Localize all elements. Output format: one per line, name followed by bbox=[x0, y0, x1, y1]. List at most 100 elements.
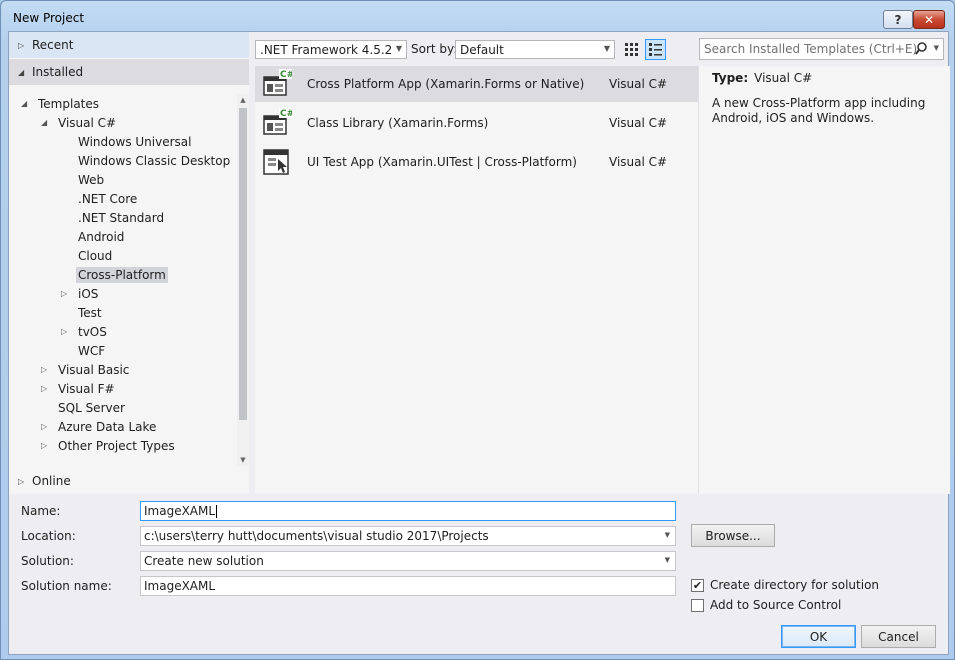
tree-item[interactable]: .NET Standard bbox=[61, 208, 166, 227]
close-button[interactable]: ✕ bbox=[913, 10, 945, 29]
expand-arrow-icon[interactable]: ▷ bbox=[41, 384, 51, 393]
search-templates-input[interactable]: Search Installed Templates (Ctrl+E) ▼ bbox=[699, 38, 944, 60]
tree-item[interactable]: ◢ Templates bbox=[21, 94, 101, 113]
tree-item[interactable]: ▷ Visual F# bbox=[41, 379, 117, 398]
solution-dropdown[interactable]: Create new solution ▼ bbox=[140, 551, 676, 571]
tree-item-label: Windows Universal bbox=[78, 134, 192, 149]
tree-item[interactable]: Android bbox=[61, 227, 126, 246]
tree-item-label: Visual C# bbox=[58, 115, 117, 130]
details-type-value: Visual C# bbox=[754, 71, 813, 85]
tree-scrollbar[interactable]: ▲ ▼ bbox=[237, 94, 249, 466]
expand-arrow-icon[interactable]: ▷ bbox=[61, 327, 71, 336]
sort-by-dropdown[interactable]: Default ▼ bbox=[455, 40, 615, 59]
new-project-dialog: New Project ? ✕ ▷ Recent ◢ Installed ◢ Te… bbox=[0, 0, 955, 660]
tree-item[interactable]: ▷ iOS bbox=[61, 284, 100, 303]
sort-by-label: Sort by: bbox=[411, 42, 458, 56]
chevron-down-icon: ▼ bbox=[664, 531, 670, 539]
solution-name-input[interactable]: ImageXAML bbox=[140, 576, 676, 596]
tree-item[interactable]: ▷ Other Project Types bbox=[41, 436, 177, 455]
ui-test-app-icon bbox=[262, 147, 292, 177]
solution-label: Solution: bbox=[21, 554, 74, 568]
template-language: Visual C# bbox=[609, 155, 668, 169]
tree-item-label: .NET Standard bbox=[78, 210, 165, 225]
collapse-arrow-icon[interactable]: ◢ bbox=[21, 99, 31, 108]
location-dropdown[interactable]: c:\users\terry hutt\documents\visual stu… bbox=[140, 526, 676, 546]
nav-installed[interactable]: ◢ Installed bbox=[9, 59, 249, 85]
tree-item[interactable]: SQL Server bbox=[41, 398, 127, 417]
tree-item[interactable]: Cross-Platform bbox=[61, 265, 168, 284]
collapse-arrow-icon[interactable]: ◢ bbox=[41, 118, 51, 127]
search-placeholder: Search Installed Templates (Ctrl+E) bbox=[704, 42, 918, 56]
chevron-down-icon: ▼ bbox=[664, 556, 670, 564]
tree-item-label: Templates bbox=[38, 96, 100, 111]
expand-arrow-icon: ▷ bbox=[18, 40, 25, 50]
framework-dropdown[interactable]: .NET Framework 4.5.2 ▼ bbox=[255, 40, 407, 59]
tree-item-label: Cross-Platform bbox=[76, 266, 168, 283]
scroll-up-icon[interactable]: ▲ bbox=[237, 94, 249, 106]
tree-item[interactable]: Web bbox=[61, 170, 106, 189]
template-row[interactable]: UI Test App (Xamarin.UITest | Cross-Plat… bbox=[255, 144, 698, 180]
expand-arrow-icon: ▷ bbox=[18, 476, 25, 486]
svg-text:C#: C# bbox=[280, 70, 292, 80]
tree-item-label: Cloud bbox=[78, 248, 113, 263]
expand-arrow-icon[interactable]: ▷ bbox=[61, 289, 71, 298]
tree-item-label: WCF bbox=[78, 343, 106, 358]
scroll-thumb[interactable] bbox=[239, 108, 247, 420]
cross-platform-app-icon: C# bbox=[262, 69, 294, 99]
template-language: Visual C# bbox=[609, 116, 668, 130]
cancel-button[interactable]: Cancel bbox=[861, 625, 936, 648]
tree-item[interactable]: .NET Core bbox=[61, 189, 139, 208]
small-icons-view-button[interactable] bbox=[621, 39, 642, 60]
tree-item[interactable]: WCF bbox=[61, 341, 107, 360]
nav-online[interactable]: ▷ Online bbox=[9, 468, 249, 494]
search-icon[interactable] bbox=[915, 42, 927, 56]
location-value: c:\users\terry hutt\documents\visual stu… bbox=[144, 529, 489, 543]
expand-arrow-icon[interactable]: ▷ bbox=[41, 365, 51, 374]
tree-item[interactable]: ▷ Visual Basic bbox=[41, 360, 131, 379]
scroll-down-icon[interactable]: ▼ bbox=[237, 454, 249, 466]
details-description: A new Cross-Platform app including Andro… bbox=[712, 96, 926, 125]
tree-item[interactable]: Cloud bbox=[61, 246, 114, 265]
help-button[interactable]: ? bbox=[883, 10, 913, 29]
text-cursor bbox=[216, 504, 218, 518]
checkbox-checked-icon[interactable]: ✔ bbox=[691, 578, 704, 592]
chevron-down-icon: ▼ bbox=[603, 44, 610, 53]
nav-online-label: Online bbox=[32, 474, 71, 488]
expand-arrow-icon[interactable]: ▷ bbox=[41, 422, 51, 431]
tree-item[interactable]: ▷ Azure Data Lake bbox=[41, 417, 158, 436]
dialog-client-area: ▷ Recent ◢ Installed ◢ Templates ◢ Visual C… bbox=[8, 31, 950, 655]
tree-item-label: Other Project Types bbox=[58, 438, 175, 453]
checkbox-unchecked-icon[interactable] bbox=[691, 598, 704, 612]
tree-item[interactable]: ◢ Visual C# bbox=[41, 113, 118, 132]
title-bar[interactable]: New Project ? ✕ bbox=[1, 1, 954, 31]
tree-item[interactable]: Windows Universal bbox=[61, 132, 193, 151]
details-type-label: Type: bbox=[712, 71, 749, 85]
chevron-down-icon[interactable]: ▼ bbox=[934, 44, 939, 52]
nav-recent[interactable]: ▷ Recent bbox=[9, 32, 249, 58]
tree-item[interactable]: Test bbox=[61, 303, 104, 322]
tree-item-label: Windows Classic Desktop bbox=[78, 153, 231, 168]
tree-item[interactable]: Windows Classic Desktop bbox=[61, 151, 232, 170]
class-library-icon: C# bbox=[262, 108, 294, 138]
solution-name-value: ImageXAML bbox=[144, 579, 216, 593]
template-row[interactable]: C# Class Library (Xamarin.Forms) Visual C# bbox=[255, 105, 698, 141]
tree-item-label: Test bbox=[78, 305, 102, 320]
tree-item-label: Azure Data Lake bbox=[58, 419, 157, 434]
template-list: C# Cross Platform App (Xamarin.Forms or N… bbox=[255, 66, 698, 494]
source-control-checkbox[interactable]: Add to Source Control bbox=[691, 598, 841, 612]
template-name: Cross Platform App (Xamarin.Forms or Nat… bbox=[307, 77, 585, 91]
tree-item-label: Android bbox=[78, 229, 125, 244]
create-directory-checkbox[interactable]: ✔ Create directory for solution bbox=[691, 578, 879, 592]
expand-arrow-icon[interactable]: ▷ bbox=[41, 441, 51, 450]
list-view-button[interactable] bbox=[645, 39, 666, 60]
tree-item-label: tvOS bbox=[78, 324, 107, 339]
browse-button[interactable]: Browse... bbox=[691, 524, 775, 547]
tree-item[interactable]: ▷ tvOS bbox=[61, 322, 109, 341]
tree-item-label: SQL Server bbox=[58, 400, 125, 415]
tree-item-label: Visual Basic bbox=[58, 362, 130, 377]
create-directory-label: Create directory for solution bbox=[710, 578, 880, 592]
project-name-input[interactable]: ImageXAML bbox=[140, 501, 676, 521]
ok-button[interactable]: OK bbox=[781, 625, 856, 648]
project-name-value: ImageXAML bbox=[144, 504, 216, 518]
template-row[interactable]: C# Cross Platform App (Xamarin.Forms or N… bbox=[255, 66, 698, 102]
